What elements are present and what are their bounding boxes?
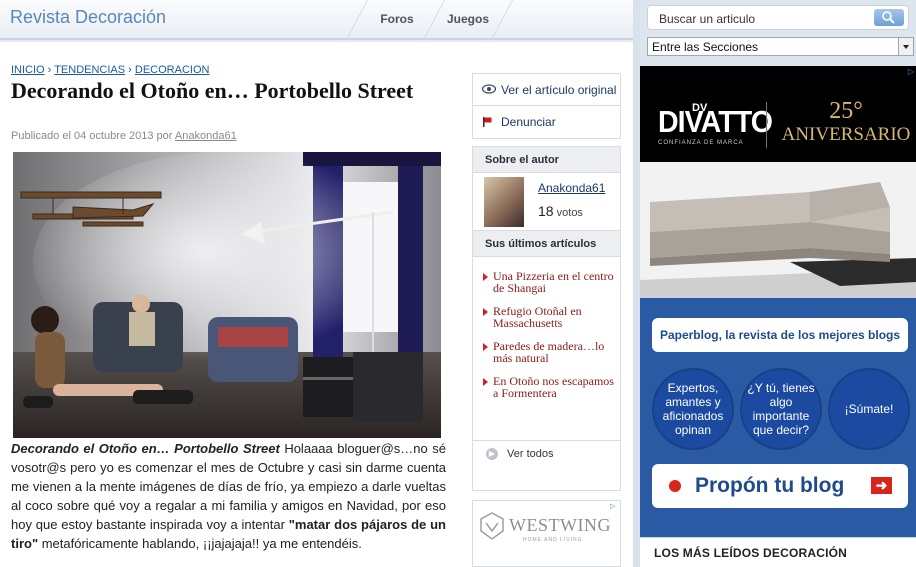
view-original-label: Ver el artículo original xyxy=(501,83,617,97)
article-title: Decorando el Otoño en… Portobello Street xyxy=(11,78,414,103)
most-read-heading: LOS MÁS LEÍDOS DECORACIÓN xyxy=(640,537,916,567)
author-link[interactable]: Anakonda61 xyxy=(175,130,237,142)
paperblog-circle-expertos[interactable]: Expertos, amantes y aficionados opinan xyxy=(652,368,734,450)
breadcrumb-inicio[interactable]: INICIO xyxy=(11,64,45,76)
breadcrumb-separator: › xyxy=(125,64,135,76)
propose-blog-button[interactable]: Propón tu blog ➜ xyxy=(652,464,908,508)
see-all-label: Ver todos xyxy=(507,448,554,460)
paperblog-banner[interactable]: Paperblog, la revista de los mejores blo… xyxy=(652,318,908,352)
paperblog-circle-sumate[interactable]: ¡Súmate! xyxy=(828,368,910,450)
page: Revista Decoración Foros Juegos INICIO ›… xyxy=(0,0,916,567)
latest-list: Una Pizzeria en el centro de Shangai Ref… xyxy=(473,257,620,440)
divatto-logo: DIVATTO xyxy=(658,104,773,139)
anniversary-years: 25° xyxy=(829,98,863,124)
article-hero-image[interactable] xyxy=(13,152,441,438)
article-text-2: metafóricamente hablando, ¡¡jajajaja!! y… xyxy=(38,536,362,551)
paperblog-promo: Paperblog, la revista de los mejores blo… xyxy=(640,298,916,567)
nav-separator xyxy=(346,0,369,38)
breadcrumb-tendencias[interactable]: TENDENCIAS xyxy=(54,64,125,76)
avatar[interactable] xyxy=(484,177,524,227)
author-card: Anakonda61 18 votos xyxy=(473,173,620,231)
breadcrumb-separator: › xyxy=(44,64,55,76)
living-room-photo xyxy=(13,152,441,438)
paperblog-circle-pregunta[interactable]: ¿Y tú, tienes algo importante que decir? xyxy=(740,368,822,450)
propose-blog-label: Propón tu blog xyxy=(695,474,845,497)
votes-label: votos xyxy=(556,207,583,219)
sofa-image xyxy=(640,162,916,298)
arrow-right-icon: ▶ xyxy=(486,448,498,460)
breadcrumb: INICIO › TENDENCIAS › DECORACION xyxy=(11,64,209,76)
latest-post-item[interactable]: Refugio Otoñal en Massachusetts xyxy=(473,305,620,329)
anniversary-label: ANIVERSARIO xyxy=(781,124,911,145)
site-header: Revista Decoración Foros Juegos xyxy=(0,0,633,40)
westwing-logo: WESTWING xyxy=(509,515,611,535)
section-select-value: Entre las Secciones xyxy=(652,40,759,54)
author-heading: Sobre el autor xyxy=(473,147,620,173)
divatto-ad[interactable]: ▷ DV DIVATTO CONFIANZA DE MARCA 25° ANIV… xyxy=(640,66,916,298)
ad-choices-icon[interactable]: ▷ xyxy=(908,67,914,76)
votes-count: 18 xyxy=(538,203,554,219)
published-date: Publicado el 04 octubre 2013 por xyxy=(11,130,173,142)
author-name-link[interactable]: Anakonda61 xyxy=(538,181,605,195)
divatto-anniversary: 25° ANIVERSARIO xyxy=(776,99,916,147)
nav-tab-juegos[interactable]: Juegos xyxy=(440,0,496,38)
main-content: INICIO › TENDENCIAS › DECORACION Decoran… xyxy=(0,42,633,567)
divatto-tagline: CONFIANZA DE MARCA xyxy=(658,140,744,146)
search-input[interactable]: Buscar un articulo xyxy=(647,5,909,30)
westwing-ad[interactable]: ▷ WESTWING HOME AND LIVING xyxy=(472,500,621,567)
latest-heading: Sus últimos artículos xyxy=(473,231,620,257)
red-dot-icon xyxy=(669,480,681,492)
site-title[interactable]: Revista Decoración xyxy=(10,7,166,28)
flag-icon xyxy=(483,117,492,127)
westwing-emblem-icon xyxy=(480,512,504,540)
author-panel: Sobre el autor Anakonda61 18 votos Sus ú… xyxy=(472,146,621,491)
chevron-down-icon[interactable] xyxy=(898,38,913,55)
article-lead: Decorando el Otoño en… Portobello Street xyxy=(11,441,280,456)
section-select[interactable]: Entre las Secciones xyxy=(647,37,914,56)
nav-tab-foros[interactable]: Foros xyxy=(366,0,428,38)
report-link[interactable]: Denunciar xyxy=(473,106,620,138)
breadcrumb-decoracion[interactable]: DECORACION xyxy=(135,64,210,76)
latest-post-item[interactable]: Paredes de madera…lo más natural xyxy=(473,340,620,364)
ad-choices-icon[interactable]: ▷ xyxy=(610,502,618,510)
search-icon xyxy=(882,11,895,24)
arrow-right-icon: ➜ xyxy=(871,477,892,494)
westwing-tagline: HOME AND LIVING xyxy=(523,537,583,543)
report-label: Denunciar xyxy=(501,115,556,129)
divider xyxy=(766,102,767,148)
search-button[interactable] xyxy=(874,9,904,26)
eye-icon xyxy=(482,84,496,94)
latest-post-item[interactable]: En Otoño nos escapamos a Formentera xyxy=(473,375,620,399)
article-meta: Publicado el 04 octubre 2013 por Anakond… xyxy=(11,130,237,142)
search-placeholder: Buscar un articulo xyxy=(659,12,756,26)
column-gutter xyxy=(633,0,640,567)
author-votes: 18 votos xyxy=(538,203,583,219)
article-actions: Ver el artículo original Denunciar xyxy=(472,73,621,139)
view-original-link[interactable]: Ver el artículo original xyxy=(473,74,620,106)
see-all-link[interactable]: ▶ Ver todos xyxy=(473,440,620,467)
article-body: Decorando el Otoño en… Portobello Street… xyxy=(11,439,446,553)
latest-post-item[interactable]: Una Pizzeria en el centro de Shangai xyxy=(473,270,620,294)
most-read-title: LOS MÁS LEÍDOS DECORACIÓN xyxy=(654,546,848,560)
